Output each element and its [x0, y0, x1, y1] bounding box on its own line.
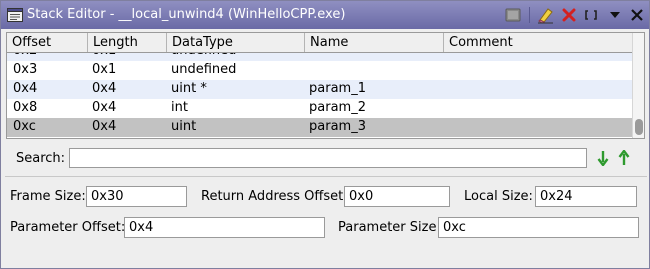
- dock-icon[interactable]: [504, 6, 522, 24]
- cell-length: 0x4: [92, 119, 117, 134]
- cell-offset: 0x2: [7, 53, 43, 61]
- stack-editor-icon: [7, 8, 23, 22]
- stack-table[interactable]: Offset Length DataType Name Comment 0x2 …: [6, 32, 645, 139]
- return-address-offset-field[interactable]: [344, 186, 450, 207]
- cell-length: 0x4: [92, 81, 117, 96]
- table-header: Offset Length DataType Name Comment: [7, 33, 633, 53]
- local-size-label: Local Size:: [464, 189, 533, 204]
- stack-editor-window: Stack Editor - __local_unwind4 (WinHello…: [0, 0, 650, 269]
- cell-name: param_2: [309, 100, 366, 115]
- parameter-offset-label: Parameter Offset:: [10, 220, 126, 235]
- column-header-length[interactable]: Length: [88, 33, 167, 52]
- cell-length: 0x4: [92, 100, 117, 115]
- cell-name: param_3: [309, 119, 366, 134]
- search-input[interactable]: [69, 148, 587, 168]
- cell-length: 0x1: [86, 53, 122, 61]
- cell-datatype: uint: [171, 119, 197, 134]
- cell-offset: 0xc: [13, 119, 36, 134]
- table-row[interactable]: 0x2 0x1 undefined: [7, 53, 633, 61]
- return-address-offset-label: Return Address Offset:: [201, 189, 348, 204]
- cell-comment: [442, 61, 454, 80]
- arrow-up-icon[interactable]: [616, 148, 632, 168]
- cell-datatype: uint *: [171, 81, 207, 96]
- cell-name: param_1: [309, 81, 366, 96]
- arrow-down-icon[interactable]: [595, 148, 611, 168]
- cell-length: 0x1: [92, 62, 117, 77]
- parameter-offset-field[interactable]: [124, 217, 325, 238]
- cell-datatype: undefined: [171, 62, 237, 77]
- cell-comment: [442, 99, 454, 118]
- parameter-size-field[interactable]: [438, 217, 639, 238]
- cell-datatype: int: [171, 100, 188, 115]
- local-size-field[interactable]: [535, 186, 637, 207]
- cell-comment: [442, 53, 454, 61]
- table-row-selected[interactable]: 0xc 0x4 uint param_3: [7, 118, 633, 137]
- frame-size-label: Frame Size:: [10, 189, 86, 204]
- close-icon[interactable]: [560, 6, 578, 24]
- title-bar: Stack Editor - __local_unwind4 (WinHello…: [1, 1, 649, 29]
- cell-offset: 0x4: [13, 81, 38, 96]
- table-row[interactable]: 0x4 0x4 uint * param_1: [7, 80, 633, 99]
- cell-name: [303, 53, 315, 61]
- frame-size-field[interactable]: [86, 186, 187, 207]
- maximize-icon[interactable]: [582, 6, 600, 24]
- column-header-datatype[interactable]: DataType: [167, 33, 305, 52]
- window-title: Stack Editor - __local_unwind4 (WinHello…: [27, 7, 346, 22]
- toolbar-separator: [529, 7, 530, 23]
- search-label: Search:: [16, 151, 66, 166]
- cell-offset: 0x8: [13, 100, 38, 115]
- column-header-offset[interactable]: Offset: [7, 33, 88, 52]
- cell-comment: [442, 80, 454, 99]
- snapshot-icon[interactable]: [537, 6, 555, 24]
- close-window-icon[interactable]: [628, 6, 646, 24]
- cell-comment: [442, 118, 454, 137]
- menu-icon[interactable]: [606, 6, 624, 24]
- cell-datatype: undefined: [165, 53, 242, 61]
- cell-offset: 0x3: [13, 62, 38, 77]
- scrollbar-thumb[interactable]: [635, 119, 643, 135]
- table-scrollbar[interactable]: [632, 33, 644, 138]
- table-row[interactable]: 0x8 0x4 int param_2: [7, 99, 633, 118]
- divider: [5, 176, 647, 177]
- table-body: 0x2 0x1 undefined 0x3 0x1 undefined 0x4 …: [7, 53, 633, 138]
- column-header-comment[interactable]: Comment: [444, 33, 633, 52]
- table-row[interactable]: 0x3 0x1 undefined: [7, 61, 633, 80]
- column-header-name[interactable]: Name: [305, 33, 444, 52]
- parameter-size-label: Parameter Size:: [338, 220, 441, 235]
- cell-name: [303, 61, 315, 80]
